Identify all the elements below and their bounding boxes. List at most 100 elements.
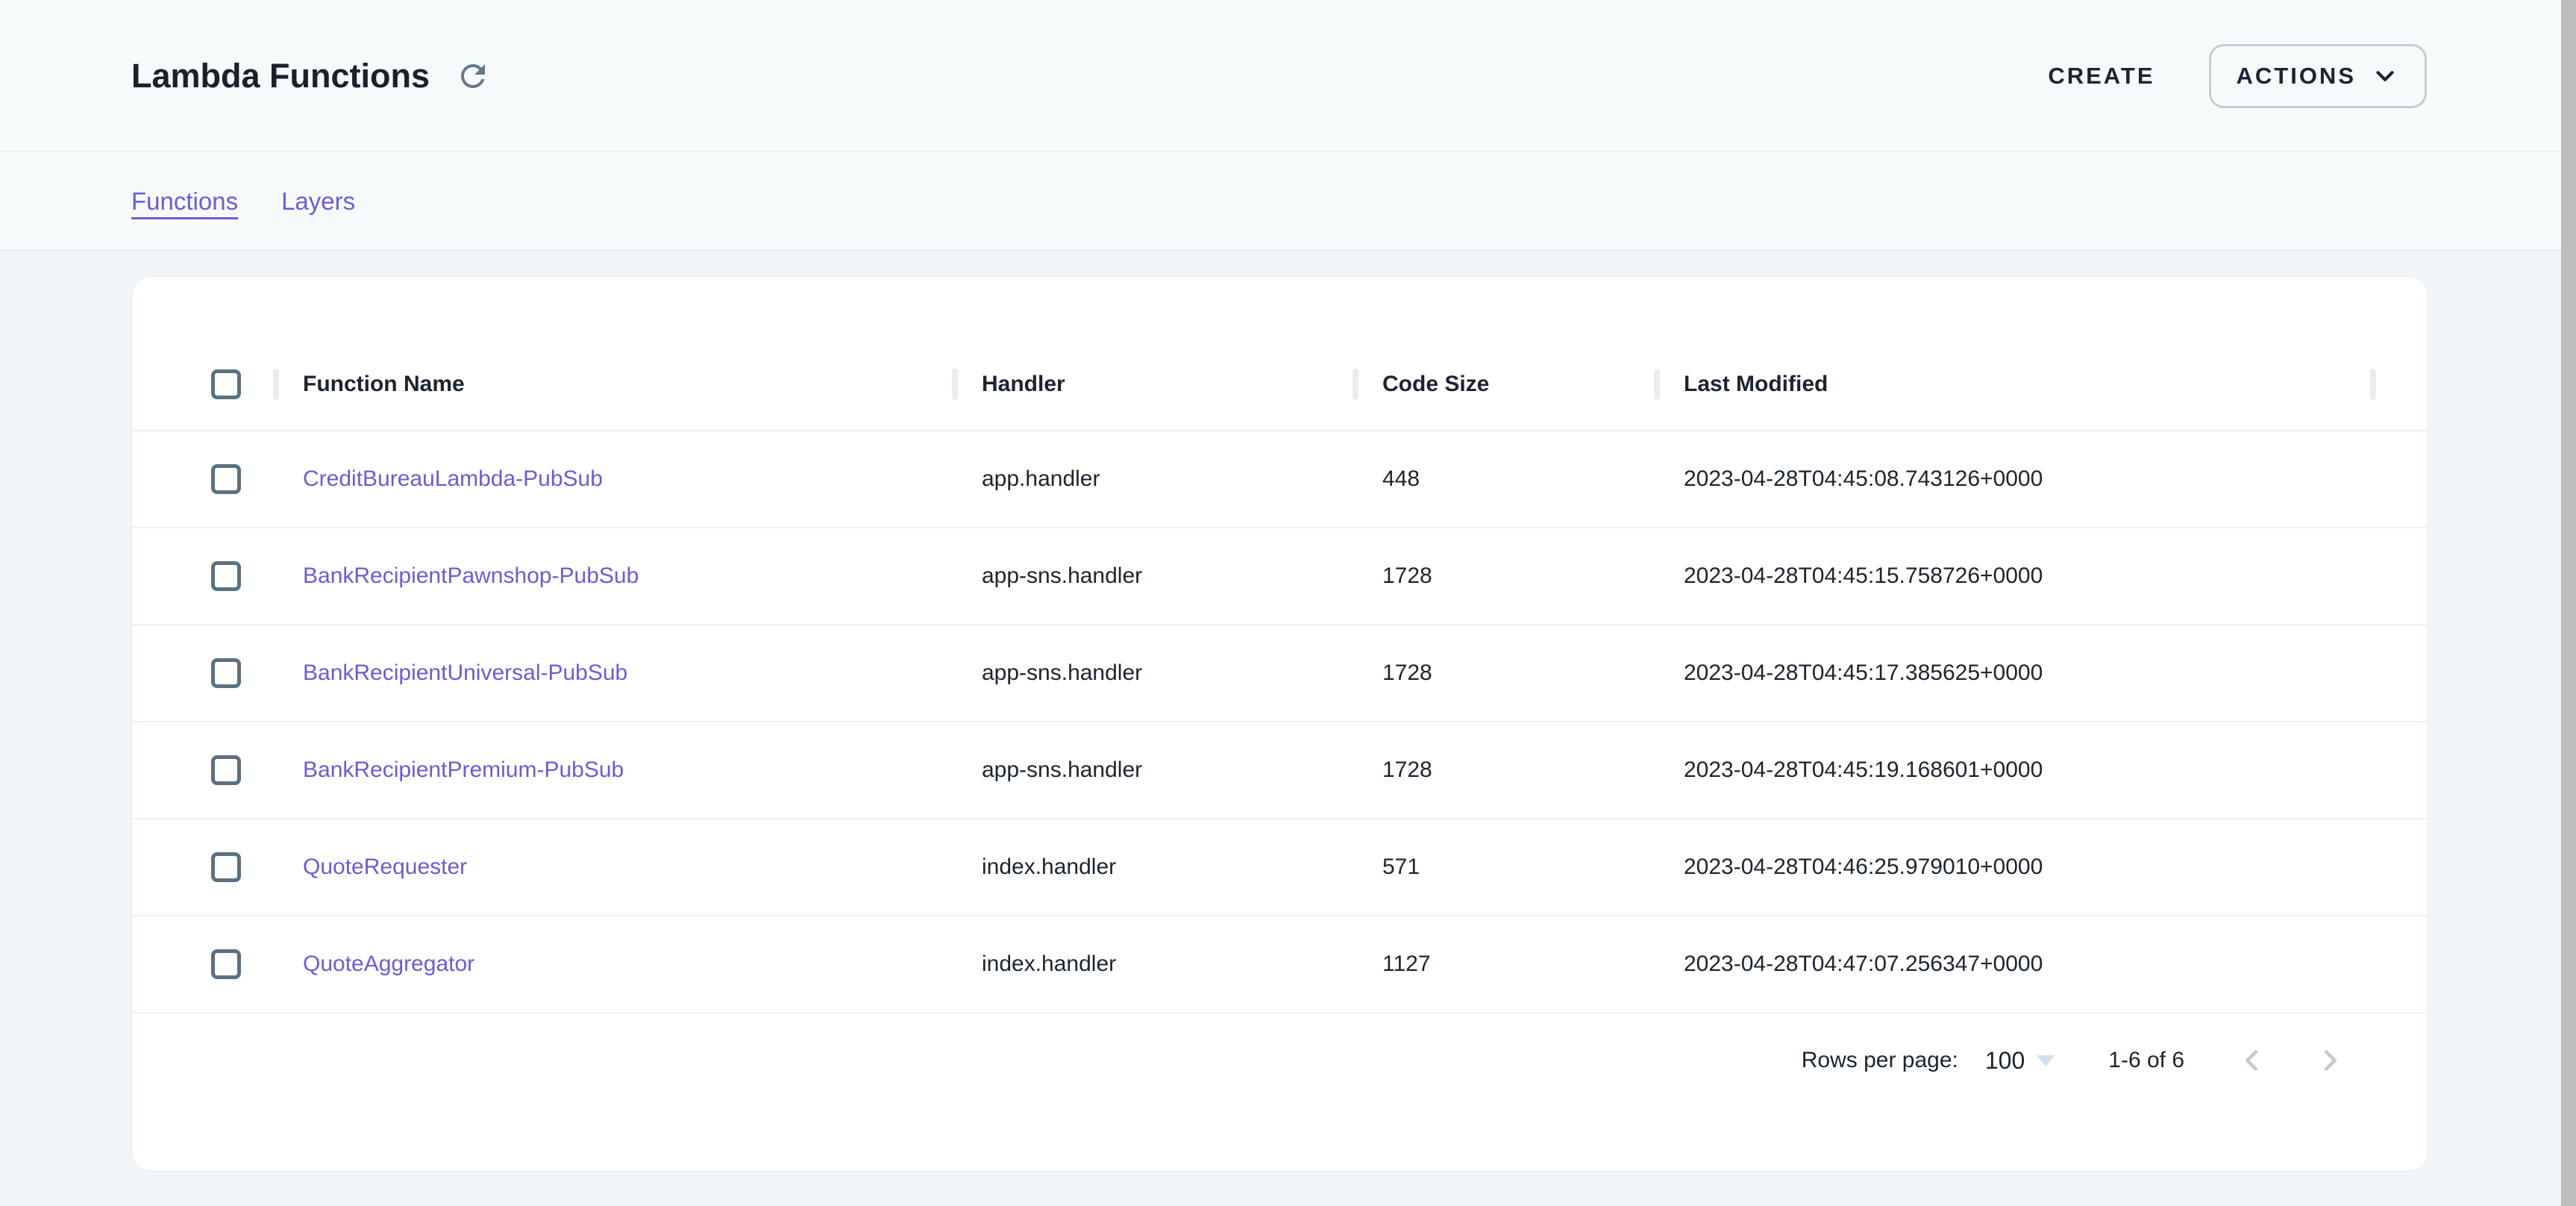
function-name-link[interactable]: BankRecipientPawnshop-PubSub [303,563,639,589]
row-cell-last-modified: 2023-04-28T04:45:17.385625+0000 [1654,625,2370,721]
function-name-link[interactable]: QuoteRequester [303,854,467,880]
row-cell-checkbox [132,431,273,527]
code-size-value: 448 [1382,466,1420,492]
refresh-button[interactable] [455,58,491,94]
row-cell-handler: index.handler [952,819,1353,915]
rows-per-page-value: 100 [1985,1047,2025,1075]
row-cell-last-modified: 2023-04-28T04:46:25.979010+0000 [1654,819,2370,915]
row-cell-spacer [2370,431,2428,527]
rows-per-page-select[interactable]: 100 [1985,1047,2055,1075]
create-button[interactable]: CREATE [2040,48,2162,104]
row-cell-code-size: 448 [1353,431,1654,527]
tab-bar: Functions Layers [0,152,2576,251]
last-modified-value: 2023-04-28T04:47:07.256347+0000 [1684,952,2043,977]
function-name-link[interactable]: BankRecipientPremium-PubSub [303,757,624,783]
tab-functions[interactable]: Functions [131,187,238,216]
row-cell-spacer [2370,916,2428,1012]
table-row: BankRecipientPremium-PubSub app-sns.hand… [132,721,2428,818]
row-cell-last-modified: 2023-04-28T04:45:19.168601+0000 [1654,722,2370,818]
row-cell-handler: app-sns.handler [952,625,1353,721]
row-cell-function-name: BankRecipientPawnshop-PubSub [273,528,952,624]
column-header-code-size: Code Size [1382,372,1489,397]
last-modified-value: 2023-04-28T04:46:25.979010+0000 [1684,854,2043,880]
code-size-value: 1127 [1382,952,1431,977]
function-name-link[interactable]: CreditBureauLambda-PubSub [303,466,603,492]
last-modified-value: 2023-04-28T04:45:15.758726+0000 [1684,563,2043,589]
select-all-checkbox[interactable] [211,369,241,399]
row-cell-handler: app-sns.handler [952,722,1353,818]
last-modified-value: 2023-04-28T04:45:19.168601+0000 [1684,757,2043,783]
chevron-right-icon [2313,1043,2347,1078]
header-cell-handler: Handler [952,339,1353,430]
row-cell-last-modified: 2023-04-28T04:45:15.758726+0000 [1654,528,2370,624]
function-name-link[interactable]: BankRecipientUniversal-PubSub [303,660,627,686]
title-group: Lambda Functions [131,57,491,96]
refresh-icon [455,58,491,94]
row-cell-handler: app-sns.handler [952,528,1353,624]
row-checkbox[interactable] [211,852,241,882]
triangle-down-icon [2037,1055,2055,1066]
rows-per-page-label: Rows per page: [1802,1048,1958,1073]
header-cell-last-modified: Last Modified [1654,339,2370,430]
last-modified-value: 2023-04-28T04:45:08.743126+0000 [1684,466,2043,492]
row-cell-spacer [2370,722,2428,818]
handler-value: index.handler [982,952,1116,977]
row-cell-code-size: 1728 [1353,528,1654,624]
row-checkbox[interactable] [211,658,241,688]
row-cell-spacer [2370,528,2428,624]
pagination-bar: Rows per page: 100 1-6 of 6 [132,1012,2428,1107]
column-header-function-name: Function Name [303,372,465,397]
actions-button[interactable]: ACTIONS [2209,44,2428,108]
column-header-handler: Handler [982,372,1065,397]
vertical-scrollbar[interactable] [2561,0,2576,1206]
row-cell-checkbox [132,916,273,1012]
table-header-row: Function Name Handler Code Size Last Mod… [132,339,2428,430]
handler-value: app.handler [982,466,1100,492]
row-cell-spacer [2370,625,2428,721]
table-row: BankRecipientUniversal-PubSub app-sns.ha… [132,624,2428,721]
code-size-value: 571 [1382,854,1420,880]
row-cell-function-name: QuoteAggregator [273,916,952,1012]
previous-page-button[interactable] [2229,1037,2275,1084]
next-page-button[interactable] [2307,1037,2353,1084]
column-header-last-modified: Last Modified [1684,372,1828,397]
handler-value: app-sns.handler [982,660,1142,686]
function-name-link[interactable]: QuoteAggregator [303,952,474,977]
row-cell-last-modified: 2023-04-28T04:45:08.743126+0000 [1654,431,2370,527]
row-cell-function-name: QuoteRequester [273,819,952,915]
handler-value: app-sns.handler [982,757,1142,783]
row-checkbox[interactable] [211,464,241,494]
row-cell-last-modified: 2023-04-28T04:47:07.256347+0000 [1654,916,2370,1012]
header-cell-spacer [2370,339,2428,430]
row-cell-code-size: 1728 [1353,722,1654,818]
table-row: BankRecipientPawnshop-PubSub app-sns.han… [132,527,2428,624]
header-actions: CREATE ACTIONS [2040,44,2427,108]
table-row: QuoteAggregator index.handler 1127 2023-… [132,915,2428,1012]
code-size-value: 1728 [1382,563,1432,589]
row-cell-function-name: BankRecipientPremium-PubSub [273,722,952,818]
page-title: Lambda Functions [131,57,430,96]
functions-table-card: Function Name Handler Code Size Last Mod… [131,276,2428,1172]
pagination-range: 1-6 of 6 [2108,1048,2184,1073]
row-cell-handler: app.handler [952,431,1353,527]
tab-layers[interactable]: Layers [281,187,355,216]
header-cell-checkbox [132,339,273,430]
row-checkbox[interactable] [211,561,241,591]
row-cell-checkbox [132,722,273,818]
handler-value: app-sns.handler [982,563,1142,589]
row-checkbox[interactable] [211,755,241,785]
table-row: CreditBureauLambda-PubSub app.handler 44… [132,430,2428,527]
content-area: Function Name Handler Code Size Last Mod… [0,251,2576,1172]
row-cell-function-name: CreditBureauLambda-PubSub [273,431,952,527]
code-size-value: 1728 [1382,757,1432,783]
row-cell-checkbox [132,819,273,915]
table-row: QuoteRequester index.handler 571 2023-04… [132,818,2428,915]
header-cell-code-size: Code Size [1353,339,1654,430]
row-checkbox[interactable] [211,949,241,979]
row-cell-checkbox [132,625,273,721]
code-size-value: 1728 [1382,660,1432,686]
row-cell-spacer [2370,819,2428,915]
row-cell-code-size: 571 [1353,819,1654,915]
actions-button-label: ACTIONS [2237,63,2357,90]
last-modified-value: 2023-04-28T04:45:17.385625+0000 [1684,660,2043,686]
